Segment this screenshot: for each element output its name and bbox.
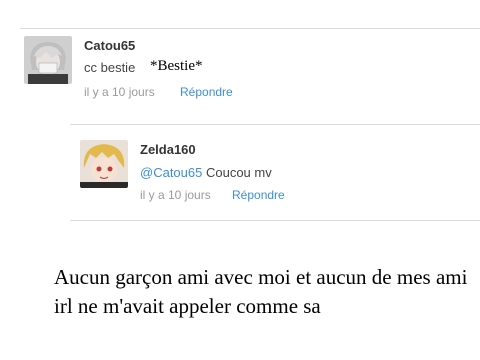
avatar-catou65[interactable] (24, 36, 72, 84)
comment-text: cc bestie (84, 60, 136, 75)
user-avatar-image (24, 36, 72, 84)
comment-text: @Catou65 Coucou mv (140, 165, 272, 180)
divider-top (20, 28, 480, 29)
mention-link[interactable]: @Catou65 (140, 165, 202, 180)
comment-username[interactable]: Catou65 (84, 38, 135, 53)
overlay-correction: *Bestie* (150, 58, 203, 74)
divider-bottom (70, 220, 480, 221)
comment-username[interactable]: Zelda160 (140, 142, 196, 157)
comment-timestamp: il y a 10 jours (140, 188, 211, 202)
reply-button[interactable]: Répondre (180, 85, 233, 99)
user-avatar-image (80, 140, 128, 188)
comment-body: Coucou mv (202, 165, 272, 180)
comment-timestamp: il y a 10 jours (84, 85, 155, 99)
reply-button[interactable]: Répondre (232, 188, 285, 202)
caption-text: Aucun garçon ami avec moi et aucun de me… (54, 265, 468, 318)
divider-reply (70, 124, 480, 125)
avatar-zelda160[interactable] (80, 140, 128, 188)
